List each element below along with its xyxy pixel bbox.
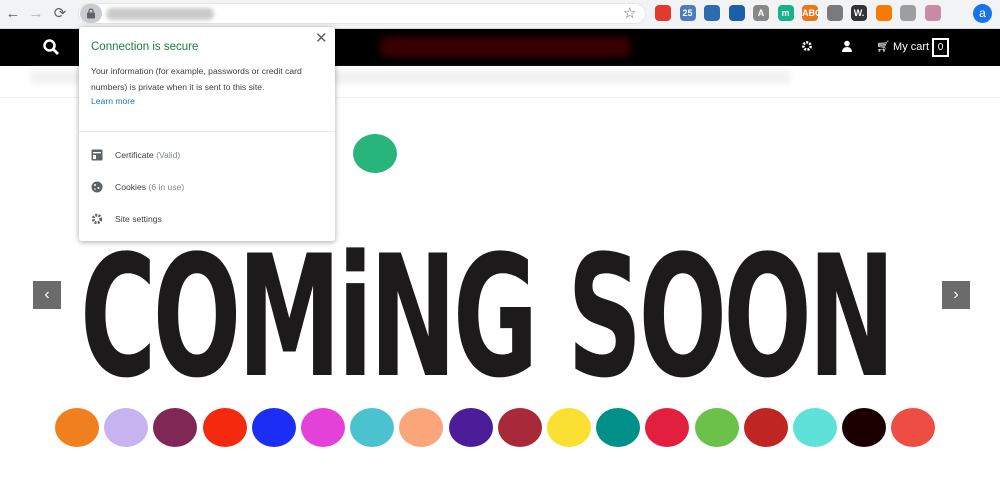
certificate-label: Certificate: [115, 150, 154, 160]
certificate-status: (Valid): [156, 150, 181, 160]
site-info-popup: ✕ Connection is secure Your information …: [79, 27, 335, 241]
puzzle-ext-icon[interactable]: [900, 5, 916, 21]
color-dot: [104, 408, 149, 447]
user-icon[interactable]: [841, 40, 853, 52]
color-dot-row: [0, 408, 1000, 448]
blue-circle-ext-icon[interactable]: [728, 5, 745, 21]
color-dot: [497, 408, 542, 447]
cart-icon: 🛒︎: [876, 41, 890, 53]
color-dot: [350, 408, 395, 447]
carousel-next-button[interactable]: ›: [942, 281, 970, 309]
color-dot: [301, 408, 345, 447]
bookmark-star-icon[interactable]: ☆: [623, 4, 636, 22]
reload-button[interactable]: ⟳: [51, 5, 69, 23]
image-ext-icon[interactable]: [826, 5, 843, 21]
color-dot: [55, 408, 99, 447]
browser-toolbar: ← → ⟳ ☆ 25 Am ABC W. a: [0, 0, 1000, 29]
popup-title: Connection is secure: [91, 41, 199, 53]
gear-icon[interactable]: [801, 40, 813, 52]
color-dot: [891, 408, 936, 447]
bug-ext-icon[interactable]: [924, 5, 941, 21]
site-settings-label: Site settings: [115, 214, 162, 224]
mail-ext-icon[interactable]: 25: [679, 5, 696, 21]
color-dot: [842, 408, 887, 447]
cookies-count: (6 in use): [148, 182, 185, 192]
m-ext-icon[interactable]: m: [777, 5, 794, 21]
url-text-blurred: [106, 8, 214, 20]
coming-soon-headline: COMiNG SOON: [80, 219, 895, 415]
color-dot: [645, 408, 690, 447]
font-ext-icon[interactable]: A: [753, 5, 769, 21]
site-logo-blurred: [380, 37, 630, 57]
back-button[interactable]: ←: [4, 5, 22, 23]
cart-link[interactable]: 🛒︎ My cart: [876, 40, 929, 53]
cart-count-badge[interactable]: 0: [932, 38, 949, 57]
profile-avatar[interactable]: a: [973, 4, 992, 23]
color-dot: [202, 408, 247, 447]
forward-button[interactable]: →: [27, 5, 45, 23]
carousel-prev-button[interactable]: ‹: [33, 281, 61, 309]
cookie-icon: [91, 181, 103, 193]
search-icon[interactable]: [43, 39, 59, 55]
w-ext-icon[interactable]: W.: [851, 5, 867, 21]
opera-ext-icon[interactable]: [655, 5, 671, 21]
abc-ext-icon[interactable]: ABC: [802, 5, 822, 21]
close-icon[interactable]: ✕: [315, 29, 328, 47]
cookies-label: Cookies: [115, 182, 147, 192]
color-dot: [793, 408, 837, 447]
learn-more-link[interactable]: Learn more: [91, 96, 135, 106]
color-dot: [153, 408, 198, 447]
popup-divider: [79, 131, 335, 132]
color-dot: [251, 408, 296, 447]
color-dot: [399, 408, 444, 447]
bookmark-ext-icon[interactable]: [704, 5, 720, 21]
decorative-dot: [353, 134, 397, 173]
certificate-icon: [91, 149, 103, 161]
gear-icon: [91, 213, 103, 225]
color-dot: [547, 408, 591, 447]
color-dot: [743, 408, 788, 447]
orange-ext-icon[interactable]: [875, 5, 892, 21]
lock-icon[interactable]: [80, 4, 102, 23]
popup-description: Your information (for example, passwords…: [91, 66, 302, 92]
color-dot: [448, 408, 493, 447]
color-dot: [596, 408, 641, 447]
color-dot: [694, 408, 739, 447]
cart-label: My cart: [893, 41, 930, 53]
